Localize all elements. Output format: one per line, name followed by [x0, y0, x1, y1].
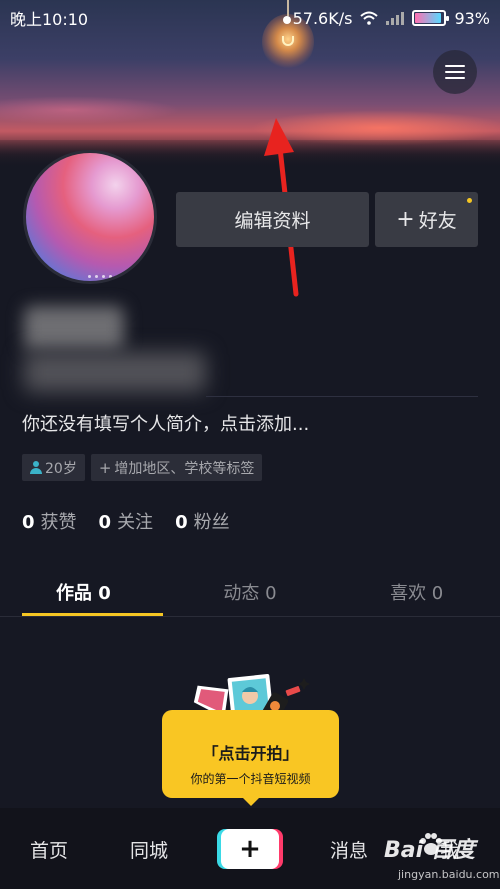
divider: [206, 396, 478, 397]
stat-following[interactable]: 0 关注: [99, 508, 154, 534]
age-tag[interactable]: 20岁: [22, 454, 85, 481]
person-icon: [30, 461, 42, 474]
blurred-user-id: [24, 352, 206, 392]
start-shooting-prompt[interactable]: 「点击开拍」 你的第一个抖音短视频: [162, 710, 339, 806]
nav-home[interactable]: 首页: [30, 836, 68, 863]
wifi-icon: [360, 11, 379, 25]
menu-icon: [445, 65, 465, 67]
tab-works[interactable]: 作品 0: [0, 568, 167, 616]
stat-followers[interactable]: 0 粉丝: [175, 508, 230, 534]
edit-profile-label: 编辑资料: [234, 210, 311, 232]
stat-number: 0: [22, 512, 35, 533]
add-video-button[interactable]: +: [221, 829, 279, 869]
avatar-dots: [88, 275, 119, 278]
avatar[interactable]: [23, 150, 157, 284]
add-friend-button[interactable]: + 好友: [375, 192, 478, 247]
plus-icon: +: [98, 458, 112, 477]
profile-tabs: 作品 0 动态 0 喜欢 0: [0, 568, 500, 616]
status-bar: 晚上10:10 57.6K/s 93%: [0, 0, 500, 36]
tab-activity[interactable]: 动态 0: [167, 568, 334, 616]
add-friend-label: 好友: [418, 210, 457, 232]
battery-percent: 93%: [454, 8, 490, 28]
plus-icon: +: [396, 206, 415, 232]
age-tag-label: 20岁: [45, 460, 77, 477]
stat-label: 粉丝: [193, 512, 230, 533]
stat-number: 0: [98, 512, 112, 533]
add-tags-button[interactable]: + 增加地区、学校等标签: [90, 454, 263, 481]
prompt-title: 「点击开拍」: [202, 744, 299, 763]
stat-likes[interactable]: 0 获赞: [22, 508, 77, 534]
network-speed: 57.6K/s: [282, 9, 352, 28]
stat-label: 关注: [117, 512, 154, 533]
profile-tags: 20岁 + 增加地区、学校等标签: [22, 454, 263, 481]
network-dot-icon: [282, 15, 291, 24]
status-time: 晚上10:10: [10, 10, 89, 29]
menu-button[interactable]: [433, 50, 477, 94]
stat-number: 0: [175, 512, 188, 533]
prompt-subtitle: 你的第一个抖音短视频: [190, 772, 311, 786]
sunset-glow: [0, 96, 180, 124]
paw-icon: [420, 833, 442, 855]
tabs-divider: [0, 616, 500, 617]
plus-icon: +: [239, 834, 261, 864]
battery-icon: [412, 10, 450, 26]
bio-text[interactable]: 你还没有填写个人简介，点击添加...: [22, 410, 309, 436]
edit-profile-button[interactable]: 编辑资料: [176, 192, 369, 247]
notification-dot: [467, 198, 472, 203]
nav-messages[interactable]: 消息: [330, 836, 368, 863]
watermark-url: jingyan.baidu.com: [398, 868, 500, 881]
blurred-username: [24, 306, 124, 350]
signal-icon: [386, 11, 405, 25]
stat-label: 获赞: [40, 512, 77, 533]
profile-stats: 0 获赞 0 关注 0 粉丝: [22, 508, 230, 534]
nav-nearby[interactable]: 同城: [130, 836, 168, 863]
tab-likes[interactable]: 喜欢 0: [333, 568, 500, 616]
add-tags-label: 增加地区、学校等标签: [114, 460, 255, 477]
